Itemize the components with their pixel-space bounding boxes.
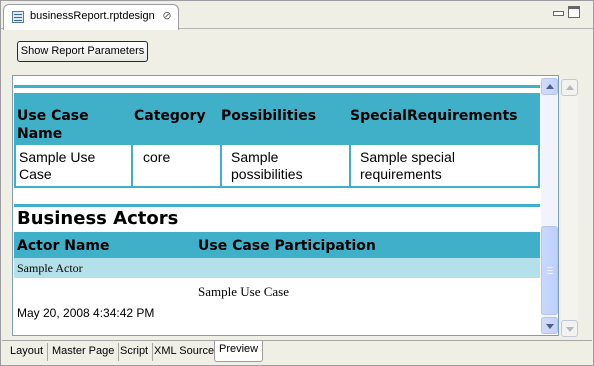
use-case-table-header: Use Case Name Category Possibilities Spe… bbox=[14, 93, 540, 145]
report-timestamp: May 20, 2008 4:34:42 PM bbox=[17, 306, 155, 320]
cell-requirements: Sample special requirements bbox=[349, 145, 540, 188]
cell-name-line1: Sample Use bbox=[19, 149, 96, 165]
tab-script[interactable]: Script bbox=[116, 343, 154, 361]
table-row: Sample Use Case core Sample possibilitie… bbox=[14, 145, 540, 188]
minimize-icon[interactable] bbox=[552, 7, 564, 17]
tab-master-page[interactable]: Master Page bbox=[48, 343, 120, 361]
cell-name: Sample Use Case bbox=[14, 145, 131, 188]
col-header-category: Category bbox=[134, 108, 206, 124]
report-design-icon bbox=[12, 11, 24, 23]
chevron-up-icon bbox=[566, 85, 574, 90]
chevron-up-icon bbox=[546, 84, 554, 89]
cell-requirements-line2: requirements bbox=[360, 166, 442, 182]
editor-page-tabs: Layout Master Page Script XML Source Pre… bbox=[2, 340, 592, 365]
participation-value: Sample Use Case bbox=[198, 284, 289, 299]
col-header-actor-name: Actor Name bbox=[17, 238, 110, 254]
editor-vertical-scrollbar[interactable] bbox=[561, 79, 578, 337]
col-header-use-case-name-line1: Use Case bbox=[17, 108, 89, 124]
cell-category-text: core bbox=[143, 149, 171, 165]
chevron-down-icon bbox=[566, 327, 574, 332]
chevron-down-icon bbox=[546, 324, 554, 329]
table-row bbox=[14, 258, 540, 278]
grip-icon bbox=[547, 267, 553, 274]
cell-possibilities-line1: Sample bbox=[231, 149, 279, 165]
cell-requirements-line1: Sample special bbox=[360, 149, 455, 165]
tab-preview[interactable]: Preview bbox=[214, 341, 264, 362]
col-header-use-case-participation: Use Case Participation bbox=[198, 238, 376, 254]
editor-scroll-down-button[interactable] bbox=[561, 320, 578, 337]
editor-tab-strip: businessReport.rptdesign ⊘ bbox=[1, 1, 593, 30]
tab-layout[interactable]: Layout bbox=[6, 343, 49, 361]
col-header-special-requirements: SpecialRequirements bbox=[350, 108, 518, 124]
editor-tab-title: businessReport.rptdesign bbox=[30, 10, 155, 22]
preview-toolbar: Show Report Parameters bbox=[2, 30, 592, 75]
editor-scroll-up-button[interactable] bbox=[561, 79, 578, 96]
cell-possibilities: Sample possibilities bbox=[220, 145, 349, 188]
close-icon[interactable]: ⊘ bbox=[160, 9, 174, 23]
section-rule bbox=[14, 204, 540, 207]
scroll-up-button[interactable] bbox=[541, 78, 558, 95]
scroll-down-button[interactable] bbox=[541, 317, 558, 334]
report-vertical-scrollbar[interactable] bbox=[541, 78, 558, 334]
col-header-use-case-name-line2: Name bbox=[17, 126, 63, 142]
business-actors-title: Business Actors bbox=[17, 208, 179, 229]
cell-name-line2: Case bbox=[19, 166, 52, 182]
col-header-possibilities: Possibilities bbox=[221, 108, 317, 124]
business-actors-header: Actor Name Use Case Participation bbox=[14, 232, 540, 258]
cell-possibilities-line2: possibilities bbox=[231, 166, 303, 182]
tab-xml-source[interactable]: XML Source bbox=[150, 343, 220, 361]
show-report-parameters-button[interactable]: Show Report Parameters bbox=[17, 41, 148, 62]
report-top-rule bbox=[14, 85, 540, 88]
scrollbar-thumb[interactable] bbox=[541, 226, 558, 315]
cell-category: core bbox=[131, 145, 220, 188]
editor-tab[interactable]: businessReport.rptdesign ⊘ bbox=[3, 4, 179, 30]
maximize-icon[interactable] bbox=[568, 6, 580, 18]
actor-name-value: Sample Actor bbox=[17, 261, 83, 275]
editor-window: businessReport.rptdesign ⊘ Show Report P… bbox=[0, 0, 594, 366]
